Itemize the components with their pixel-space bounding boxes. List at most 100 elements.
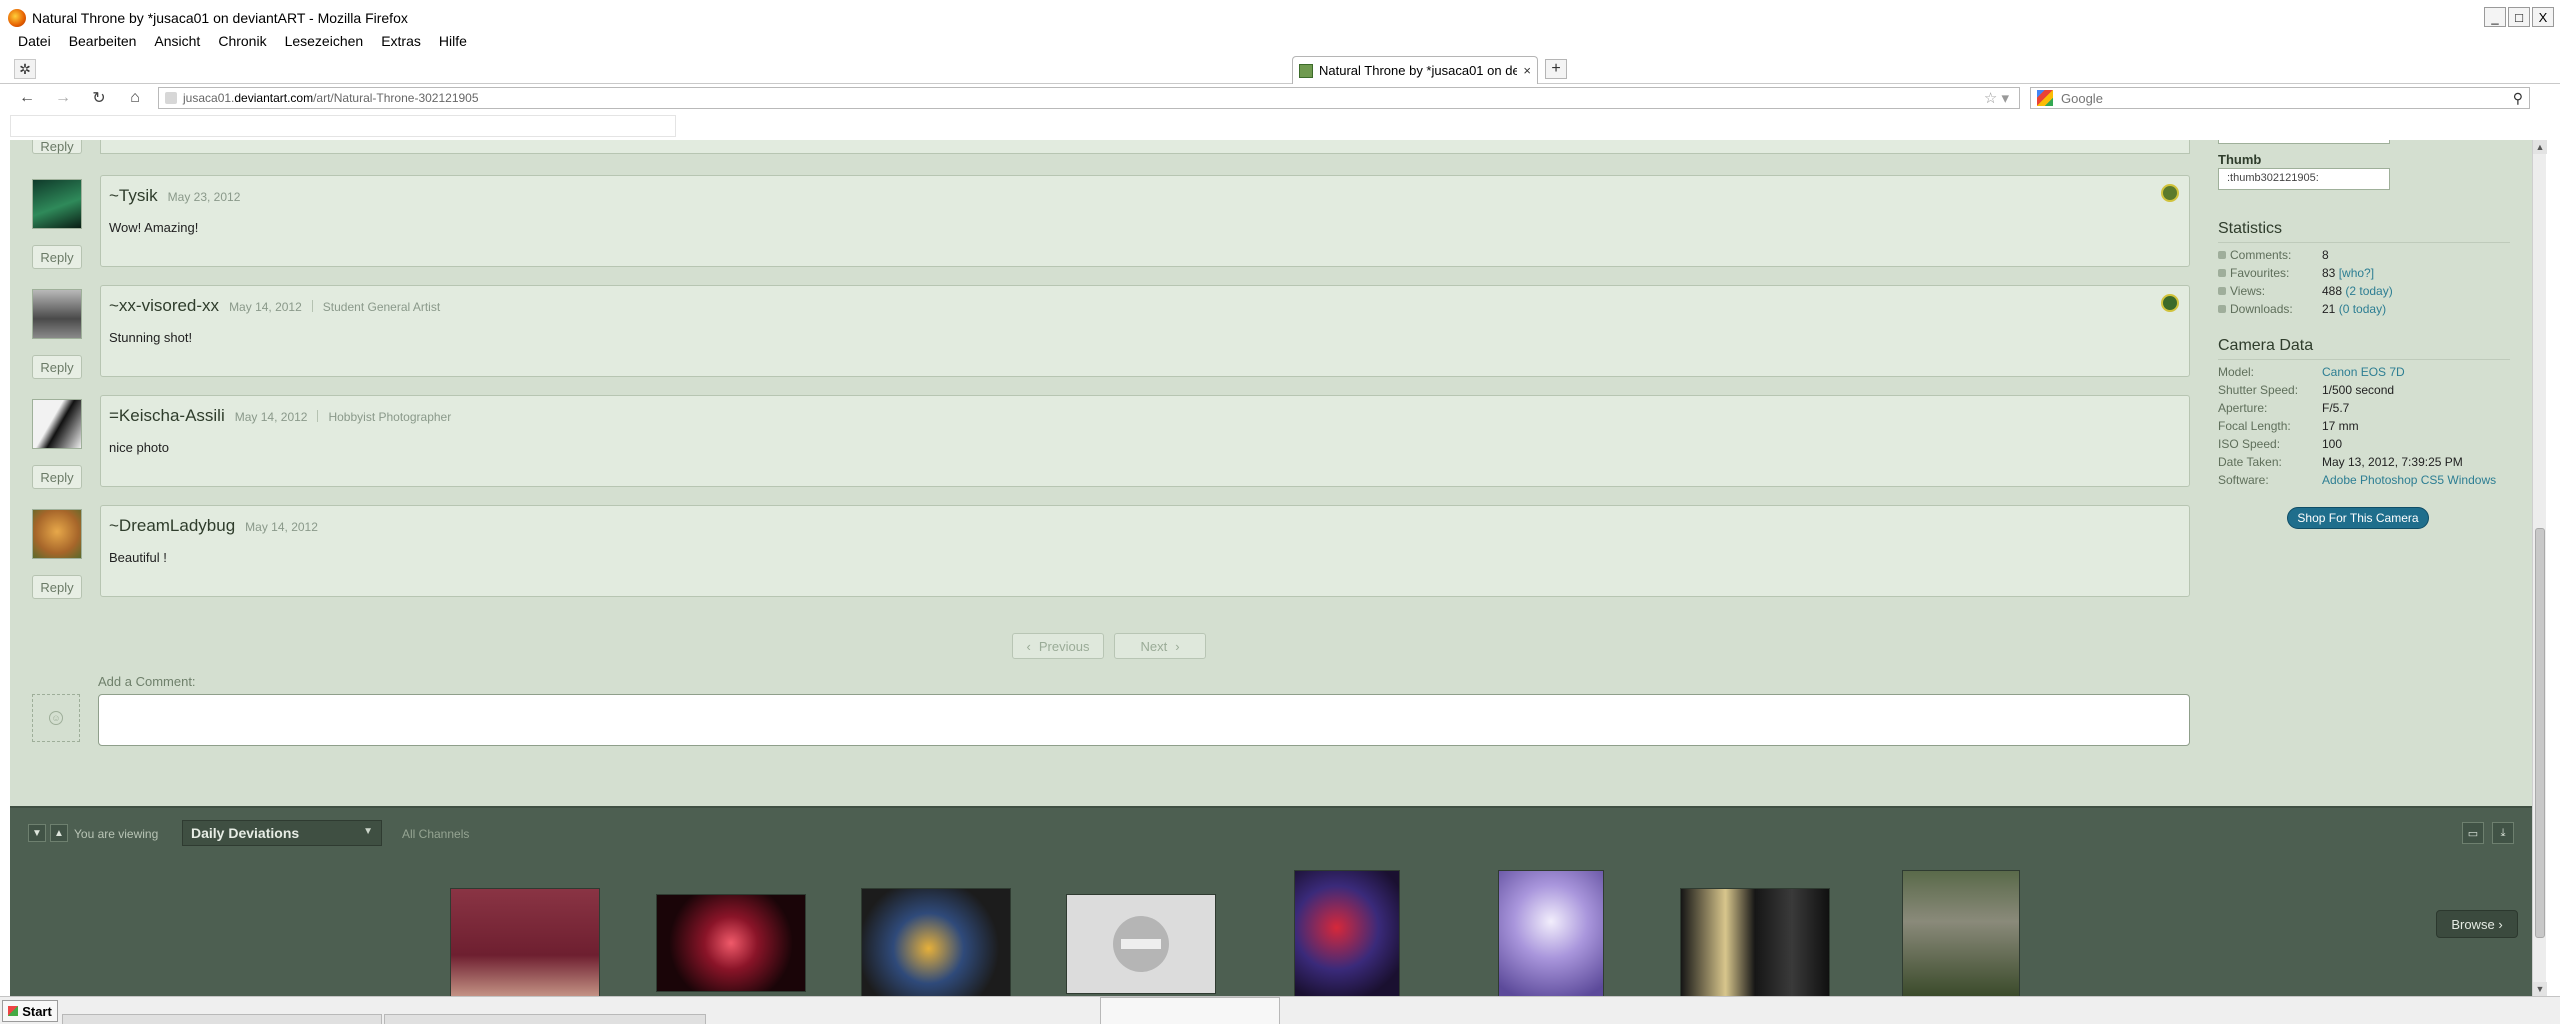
- menu-lesezeichen[interactable]: Lesezeichen: [285, 33, 364, 49]
- camera-row-date-taken: Date Taken: May 13, 2012, 7:39:25 PM: [2218, 455, 2463, 469]
- close-window-button[interactable]: X: [2532, 7, 2554, 27]
- scroll-up-icon[interactable]: ▲: [2533, 140, 2547, 154]
- minimize-button[interactable]: _: [2484, 7, 2506, 27]
- add-comment-textbox[interactable]: [98, 694, 2190, 746]
- back-icon[interactable]: ←: [16, 88, 38, 108]
- search-icon[interactable]: ⚲: [2513, 90, 2523, 107]
- comment-author[interactable]: ~DreamLadybug: [109, 516, 235, 536]
- comment-text: Stunning shot!: [109, 330, 193, 345]
- deviation-thumbnail[interactable]: [1294, 870, 1400, 996]
- downloads-today-link[interactable]: (0 today): [2339, 302, 2386, 316]
- deviation-thumbnail[interactable]: [861, 888, 1011, 996]
- menu-extras[interactable]: Extras: [381, 33, 421, 49]
- scrollbar-thumb[interactable]: [2535, 528, 2545, 938]
- camera-model-link[interactable]: Canon EOS 7D: [2322, 365, 2405, 379]
- forward-icon[interactable]: →: [52, 88, 74, 108]
- comment-author[interactable]: ~Tysik: [109, 186, 158, 206]
- comment-author-role: Student General Artist: [322, 300, 441, 314]
- deviation-thumbnail[interactable]: [656, 894, 806, 992]
- camera-row-shutter: Shutter Speed: 1/500 second: [2218, 383, 2395, 397]
- start-button[interactable]: Start: [2, 1000, 58, 1022]
- scroll-down-icon[interactable]: ▼: [2533, 982, 2547, 996]
- previous-page-button[interactable]: ‹ Previous: [1012, 633, 1104, 659]
- views-today-link[interactable]: (2 today): [2345, 284, 2392, 298]
- chevron-right-icon: ›: [1175, 638, 1180, 654]
- collapse-down-icon[interactable]: ▼: [28, 824, 46, 842]
- next-page-button[interactable]: Next ›: [1114, 633, 1206, 659]
- home-icon[interactable]: ⌂: [124, 88, 146, 108]
- comment-text: Beautiful !: [109, 550, 167, 565]
- window-title: Natural Throne by *jusaca01 on deviantAR…: [32, 10, 408, 26]
- url-bar[interactable]: jusaca01.deviantart.com/art/Natural-Thro…: [158, 87, 2020, 109]
- tab-natural-throne[interactable]: Natural Throne by *jusaca01 on devia... …: [1292, 56, 1538, 84]
- reply-button[interactable]: Reply: [32, 245, 82, 269]
- star-icon: [2218, 269, 2226, 277]
- avatar[interactable]: [32, 179, 82, 229]
- avatar[interactable]: [32, 399, 82, 449]
- comment-date[interactable]: May 14, 2012: [235, 410, 308, 424]
- comment-body: =Keischa-Assili May 14, 2012 Hobbyist Ph…: [100, 395, 2190, 487]
- menu-bar: Datei Bearbeiten Ansicht Chronik Lesezei…: [0, 30, 2560, 54]
- search-input[interactable]: [2061, 90, 2505, 106]
- camera-row-focal-length: Focal Length: 17 mm: [2218, 419, 2359, 433]
- deviation-thumbnail[interactable]: [1902, 870, 2020, 996]
- avatar[interactable]: [32, 289, 82, 339]
- new-tab-button[interactable]: +: [1545, 59, 1567, 79]
- camera-row-model: Model: Canon EOS 7D: [2218, 365, 2405, 379]
- download-icon[interactable]: ⤓: [2492, 822, 2514, 844]
- reply-button[interactable]: Reply: [32, 355, 82, 379]
- deviation-thumbnail[interactable]: [1680, 888, 1830, 996]
- app-tab-icon[interactable]: ✲: [14, 59, 36, 79]
- search-bar[interactable]: ⚲: [2030, 87, 2530, 109]
- tab-close-icon[interactable]: ×: [1523, 63, 1531, 78]
- taskbar-item[interactable]: [62, 1014, 382, 1024]
- you-are-viewing-label: You are viewing: [74, 827, 159, 841]
- taskbar-item[interactable]: [384, 1014, 706, 1024]
- menu-hilfe[interactable]: Hilfe: [439, 33, 467, 49]
- comment-author[interactable]: ~xx-visored-xx: [109, 296, 219, 316]
- avatar[interactable]: [32, 509, 82, 559]
- stat-row-views: Views: 488 (2 today): [2218, 284, 2510, 302]
- expand-up-icon[interactable]: ▲: [50, 824, 68, 842]
- reload-icon[interactable]: ↻: [88, 88, 110, 108]
- deviation-thumbnail-unavailable[interactable]: [1066, 894, 1216, 994]
- taskbar-item[interactable]: [1100, 997, 1280, 1024]
- monitor-icon[interactable]: ▭: [2462, 822, 2484, 844]
- dropdown-arrow-icon: ▼: [363, 826, 373, 837]
- camera-data-title: Camera Data: [2218, 337, 2314, 354]
- camera-row-iso: ISO Speed: 100: [2218, 437, 2343, 451]
- comment-item: Reply ~xx-visored-xx May 14, 2012 Studen…: [32, 285, 2210, 385]
- deviation-thumbnail[interactable]: [1498, 870, 1604, 996]
- deviation-thumbnail[interactable]: [450, 888, 600, 996]
- reply-button[interactable]: Reply: [32, 575, 82, 599]
- all-channels-link[interactable]: All Channels: [402, 827, 469, 841]
- bookmark-star-icon[interactable]: ☆ ▾: [1984, 89, 2009, 107]
- reply-button[interactable]: Reply: [32, 465, 82, 489]
- reply-button[interactable]: Reply: [32, 140, 82, 154]
- comment-date[interactable]: May 14, 2012: [229, 300, 302, 314]
- divider: [2218, 359, 2510, 360]
- menu-chronik[interactable]: Chronik: [218, 33, 266, 49]
- who-link[interactable]: [who?]: [2339, 266, 2374, 280]
- comment-date[interactable]: May 23, 2012: [168, 190, 241, 204]
- vertical-scrollbar[interactable]: ▲ ▼: [2532, 140, 2547, 996]
- google-engine-icon[interactable]: [2037, 90, 2053, 106]
- menu-datei[interactable]: Datei: [18, 33, 51, 49]
- comment-icon: [2218, 251, 2226, 259]
- divider: [311, 300, 313, 312]
- menu-bearbeiten[interactable]: Bearbeiten: [69, 33, 137, 49]
- browse-button[interactable]: Browse ›: [2436, 910, 2518, 938]
- eye-icon: [2218, 287, 2226, 295]
- thumb-code-field[interactable]: :thumb302121905:: [2218, 168, 2390, 190]
- comment-author[interactable]: =Keischa-Assili: [109, 406, 225, 426]
- menu-ansicht[interactable]: Ansicht: [154, 33, 200, 49]
- software-link[interactable]: Adobe Photoshop CS5 Windows: [2322, 473, 2496, 487]
- page-viewport: Reply Reply ~Tysik May 23, 2012 Wow! Ama…: [10, 140, 2532, 996]
- maximize-button[interactable]: □: [2508, 7, 2530, 27]
- channel-select[interactable]: Daily Deviations ▼: [182, 820, 382, 846]
- os-taskbar: Start: [0, 996, 2560, 1024]
- url-text[interactable]: jusaca01.deviantart.com/art/Natural-Thro…: [183, 91, 479, 105]
- shop-for-camera-button[interactable]: Shop For This Camera: [2287, 507, 2429, 529]
- site-identity-icon[interactable]: [165, 92, 177, 104]
- comment-date[interactable]: May 14, 2012: [245, 520, 318, 534]
